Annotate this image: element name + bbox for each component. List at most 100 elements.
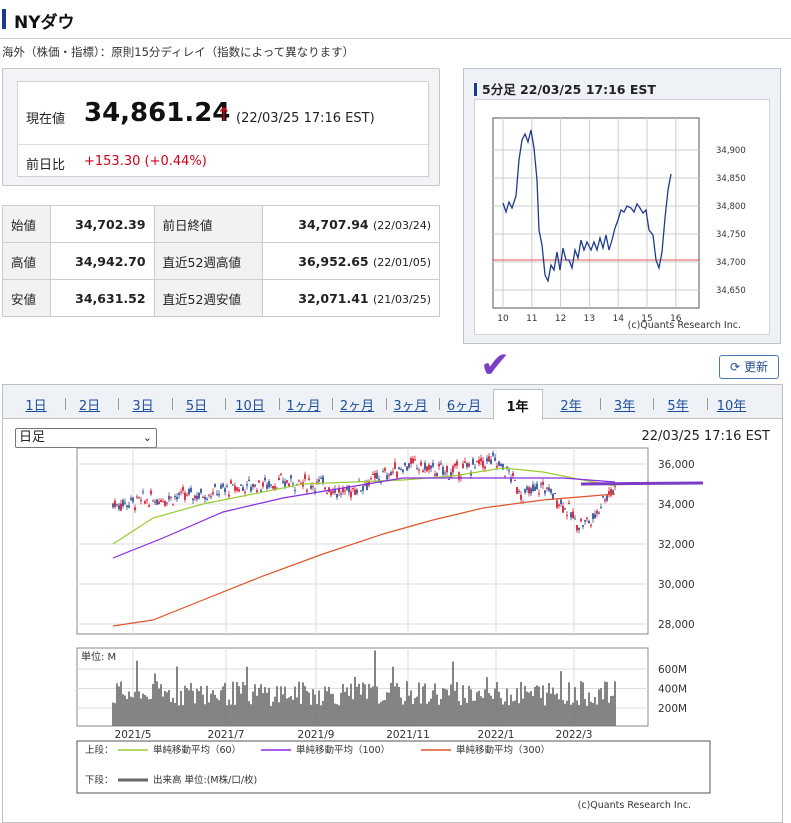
candle-body bbox=[144, 501, 146, 504]
tab-7[interactable]: 3ヶ月 bbox=[386, 395, 436, 414]
candle-body bbox=[410, 458, 412, 464]
volume-bar bbox=[286, 698, 288, 726]
candle-body bbox=[184, 492, 186, 500]
volume-bar bbox=[614, 681, 616, 726]
candle-body bbox=[386, 475, 388, 480]
candle-body bbox=[234, 485, 236, 491]
chart-datetime: 22/03/25 17:16 EST bbox=[641, 429, 770, 444]
candle-body bbox=[164, 500, 166, 506]
tab-0[interactable]: 1日 bbox=[11, 395, 61, 414]
volume-bar bbox=[418, 682, 420, 726]
stat-value: 34,631.52 bbox=[50, 279, 155, 317]
annotation-line bbox=[580, 481, 704, 486]
candle-body bbox=[526, 486, 528, 490]
tab-10[interactable]: 2年 bbox=[546, 395, 596, 414]
tab-separator bbox=[64, 398, 66, 410]
candle-body bbox=[496, 466, 498, 468]
price-divider bbox=[18, 144, 428, 145]
candle-body bbox=[374, 472, 376, 479]
stat-label: 始値 bbox=[2, 205, 51, 243]
volume-bar bbox=[566, 700, 568, 726]
volume-bar bbox=[378, 703, 380, 726]
stat-date: (22/03/24) bbox=[373, 218, 431, 232]
tab-3[interactable]: 5日 bbox=[172, 395, 222, 414]
candle-body bbox=[480, 458, 482, 462]
candle-body bbox=[248, 479, 250, 482]
candle-body bbox=[136, 496, 138, 498]
candle-body bbox=[346, 488, 348, 490]
volume-bar bbox=[474, 700, 476, 726]
candle-body bbox=[498, 461, 500, 466]
tab-11[interactable]: 3年 bbox=[600, 395, 650, 414]
tab-1[interactable]: 2日 bbox=[65, 395, 115, 414]
volume-bar bbox=[574, 687, 576, 726]
volume-bar bbox=[374, 650, 376, 726]
refresh-button[interactable]: ⟳ 更新 bbox=[719, 355, 779, 379]
volume-bar bbox=[416, 696, 418, 726]
volume-bar bbox=[114, 703, 116, 726]
volume-bar bbox=[178, 705, 180, 726]
intraday-frame bbox=[492, 117, 700, 309]
tab-2[interactable]: 3日 bbox=[118, 395, 168, 414]
candle-body bbox=[150, 490, 152, 495]
candle-body bbox=[174, 496, 176, 498]
candle-body bbox=[482, 460, 484, 468]
tab-6[interactable]: 2ヶ月 bbox=[332, 395, 382, 414]
candle-body bbox=[408, 463, 410, 468]
candle-body bbox=[118, 505, 120, 510]
volume-bar bbox=[496, 681, 498, 726]
volume-bar bbox=[454, 690, 456, 726]
volume-bar bbox=[316, 704, 318, 726]
x-tick-label: 2021/11 bbox=[386, 729, 430, 741]
candle-body bbox=[166, 502, 168, 504]
candle-body bbox=[220, 485, 222, 489]
volume-bar bbox=[602, 699, 604, 726]
volume-bar bbox=[468, 685, 470, 726]
candle-body bbox=[544, 490, 546, 494]
volume-bar bbox=[322, 700, 324, 726]
candle-body bbox=[158, 501, 160, 504]
volume-bar bbox=[336, 704, 338, 726]
volume-bar bbox=[464, 697, 466, 726]
volume-bar bbox=[382, 700, 384, 726]
volume-bar bbox=[326, 691, 328, 726]
volume-bar bbox=[184, 685, 186, 726]
volume-bar bbox=[328, 686, 330, 726]
candle-body bbox=[178, 493, 180, 495]
candle-body bbox=[216, 493, 218, 495]
candle-body bbox=[514, 479, 516, 481]
volume-bar bbox=[124, 695, 126, 726]
volume-bar bbox=[430, 698, 432, 726]
candle-body bbox=[454, 463, 456, 467]
tab-5[interactable]: 1ヶ月 bbox=[279, 395, 329, 414]
candle-body bbox=[566, 514, 568, 516]
candle-body bbox=[284, 481, 286, 487]
tab-13[interactable]: 10年 bbox=[707, 395, 757, 414]
candle-body bbox=[398, 467, 400, 469]
intraday-x-tick: 13 bbox=[584, 314, 595, 324]
candle-body bbox=[122, 500, 124, 507]
volume-bar bbox=[274, 696, 276, 726]
candle-body bbox=[138, 497, 140, 499]
volume-bar bbox=[300, 703, 302, 726]
current-price: 34,861.24 bbox=[84, 98, 231, 128]
volume-bar bbox=[412, 703, 414, 726]
tab-4[interactable]: 10日 bbox=[225, 395, 275, 414]
tab-9[interactable]: 1年 bbox=[492, 389, 543, 420]
volume-bar bbox=[318, 690, 320, 726]
refresh-icon: ⟳ bbox=[730, 360, 741, 374]
price-panel: 現在値 34,861.24 ↑ (22/03/25 17:16 EST) 前日比… bbox=[2, 68, 440, 186]
intraday-panel: 5分足 22/03/25 17:16 EST 10 11 12 13 14 15 16 34,… bbox=[463, 68, 781, 344]
candle-body bbox=[516, 487, 518, 494]
volume-bar bbox=[588, 692, 590, 726]
legend-volume-entry: 出来高 単位:(M株/口/枚) bbox=[153, 774, 257, 786]
candle-body bbox=[556, 500, 558, 508]
tab-12[interactable]: 5年 bbox=[653, 395, 703, 414]
volume-bar bbox=[216, 698, 218, 726]
volume-bar bbox=[446, 689, 448, 726]
volume-bar bbox=[360, 694, 362, 726]
volume-bar bbox=[526, 691, 528, 726]
volume-bar bbox=[332, 693, 334, 726]
volume-bar bbox=[438, 704, 440, 726]
tab-8[interactable]: 6ヶ月 bbox=[439, 395, 489, 414]
